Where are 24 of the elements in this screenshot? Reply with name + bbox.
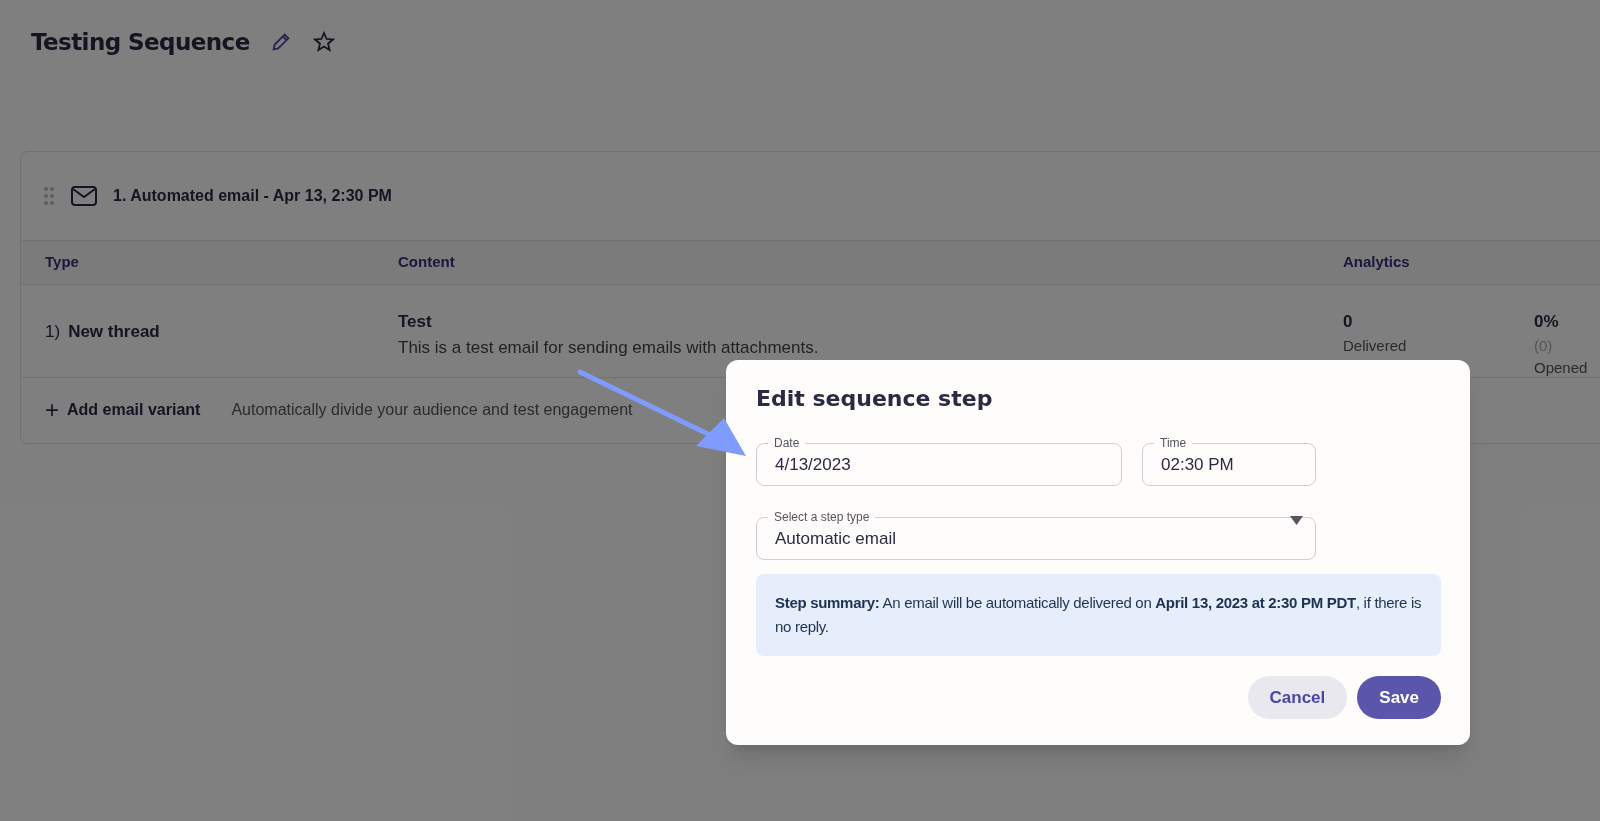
row-number: 1)	[45, 321, 61, 343]
page-title: Testing Sequence	[31, 27, 250, 57]
dialog-title: Edit sequence step	[756, 385, 994, 413]
add-variant-button[interactable]: + Add email variant	[45, 398, 201, 422]
open-rate: 0%	[1534, 311, 1560, 333]
delivered-label: Delivered	[1343, 335, 1408, 356]
column-header: Type	[45, 252, 80, 273]
thread-type: New thread	[68, 321, 160, 343]
star-icon[interactable]	[311, 30, 336, 54]
envelope-icon	[71, 186, 97, 206]
dropdown-caret-icon	[1290, 516, 1303, 525]
cancel-button[interactable]: Cancel	[1247, 676, 1348, 719]
email-subject: Test	[398, 311, 433, 333]
variant-description: Automatically divide your audience and test engagement	[231, 400, 633, 420]
column-header: Content	[398, 252, 456, 273]
save-button[interactable]: Save	[1357, 676, 1441, 719]
delivered-count: 0	[1343, 311, 1354, 333]
column-header: Analytics	[1343, 252, 1410, 273]
field-label: Select a step type	[768, 509, 876, 525]
drag-handle-icon[interactable]	[43, 186, 55, 206]
opened-label: Opened	[1534, 358, 1588, 378]
step-summary: Step summary: An email will be automatically delivered on April 13, 2023 at 2:30 PM PDT, if there is no reply.	[775, 593, 1422, 637]
step-title: 1. Automated email - Apr 13, 2:30 PM	[113, 186, 392, 206]
email-preview: This is a test email for sending emails with attachments.	[398, 336, 820, 359]
